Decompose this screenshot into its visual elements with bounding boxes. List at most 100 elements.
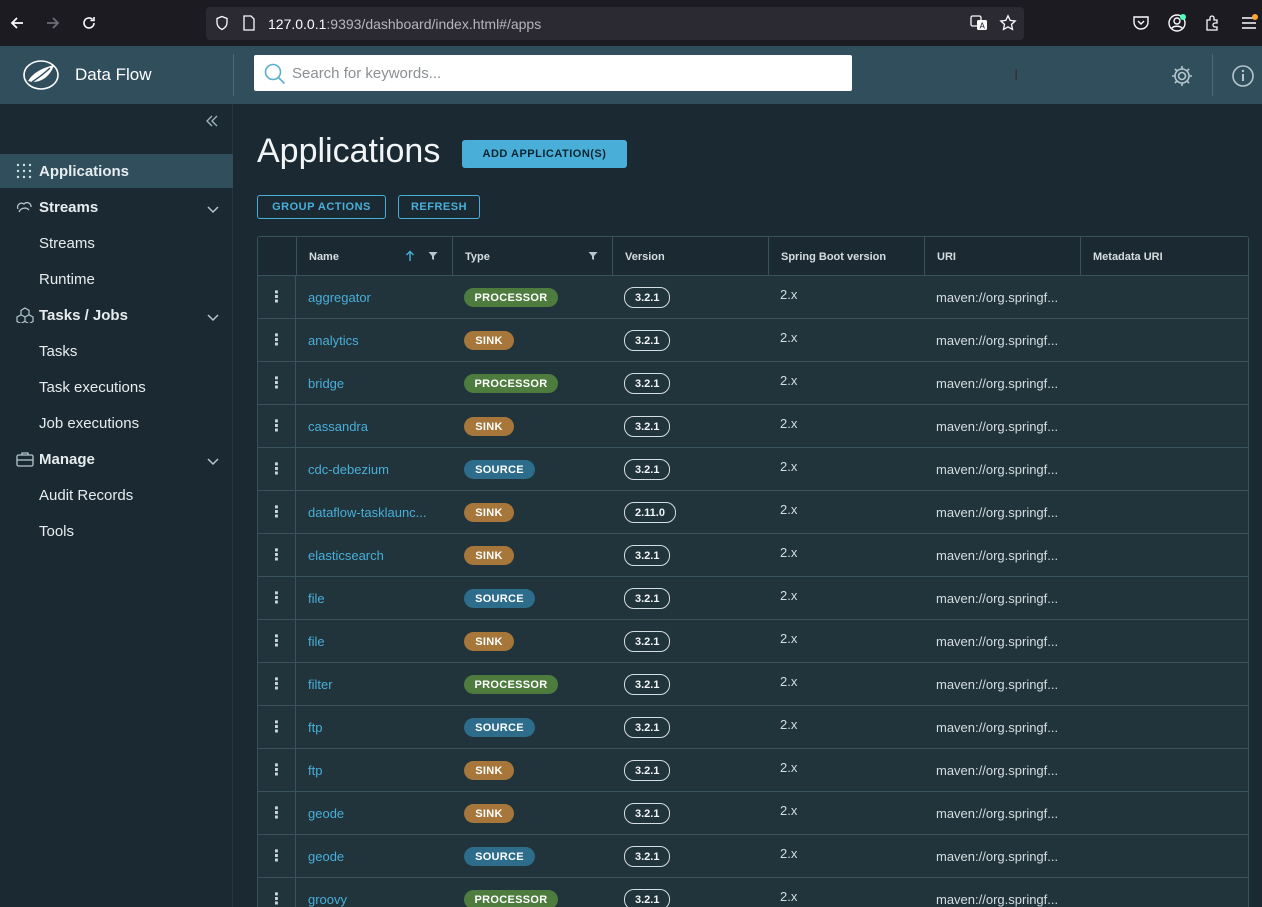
app-name-link[interactable]: geode [308, 849, 438, 864]
sort-ascending-icon[interactable] [405, 250, 415, 265]
sidebar-item-label: Runtime [39, 270, 95, 288]
spring-logo-icon[interactable] [22, 57, 60, 93]
app-name-link[interactable]: ftp [308, 720, 438, 735]
table-row[interactable]: ⋮ file SOURCE 3.2.1 2.x maven://org.springf..… [258, 577, 1248, 620]
column-header-name[interactable]: Name [296, 237, 452, 276]
app-name-link[interactable]: geode [308, 806, 438, 821]
group-actions-button[interactable]: GROUP ACTIONS [257, 195, 386, 219]
column-header-uri[interactable]: URI [924, 237, 1080, 276]
table-row[interactable]: ⋮ geode SINK 3.2.1 2.x maven://org.springf... [258, 792, 1248, 835]
add-applications-button[interactable]: ADD APPLICATION(S) [462, 140, 627, 168]
table-row[interactable]: ⋮ aggregator PROCESSOR 3.2.1 2.x maven://org.… [258, 276, 1248, 319]
search-input[interactable] [292, 55, 832, 91]
info-icon[interactable] [1231, 64, 1255, 93]
row-actions-kebab-icon[interactable]: ⋮ [258, 835, 296, 877]
search-box[interactable]: I [254, 55, 1018, 91]
sidebar-item-tasks[interactable]: Tasks [0, 334, 233, 368]
column-header-label: Type [465, 250, 490, 263]
shield-icon[interactable] [214, 15, 230, 36]
sidebar-group-manage[interactable]: Manage [0, 442, 233, 476]
app-name-link[interactable]: dataflow-tasklaunc... [308, 505, 438, 520]
row-actions-kebab-icon[interactable]: ⋮ [258, 534, 296, 576]
row-actions-kebab-icon[interactable]: ⋮ [258, 663, 296, 705]
refresh-button[interactable]: REFRESH [398, 195, 480, 219]
row-actions-kebab-icon[interactable]: ⋮ [258, 749, 296, 791]
row-actions-kebab-icon[interactable]: ⋮ [258, 577, 296, 619]
row-actions-kebab-icon[interactable]: ⋮ [258, 405, 296, 447]
page-title: Applications [257, 132, 441, 170]
row-actions-kebab-icon[interactable]: ⋮ [258, 792, 296, 834]
table-row[interactable]: ⋮ dataflow-tasklaunc... SINK 2.11.0 2.x maven… [258, 491, 1248, 534]
row-actions-kebab-icon[interactable]: ⋮ [258, 878, 296, 907]
extensions-icon[interactable] [1202, 12, 1224, 34]
spring-boot-version: 2.x [780, 674, 798, 689]
collapse-sidebar-icon[interactable] [205, 112, 219, 133]
table-row[interactable]: ⋮ filter PROCESSOR 3.2.1 2.x maven://org.spri… [258, 663, 1248, 706]
filter-icon[interactable] [428, 251, 438, 264]
column-header-version[interactable]: Version [612, 237, 768, 276]
table-row[interactable]: ⋮ ftp SOURCE 3.2.1 2.x maven://org.springf... [258, 706, 1248, 749]
sidebar-item-runtime[interactable]: Runtime [0, 262, 233, 296]
column-header-type[interactable]: Type [452, 237, 612, 276]
table-row[interactable]: ⋮ bridge PROCESSOR 3.2.1 2.x maven://org.spri… [258, 362, 1248, 405]
table-row[interactable]: ⋮ groovy PROCESSOR 3.2.1 2.x maven://org.spri… [258, 878, 1248, 907]
table-row[interactable]: ⋮ geode SOURCE 3.2.1 2.x maven://org.springf.… [258, 835, 1248, 878]
table-row[interactable]: ⋮ file SINK 3.2.1 2.x maven://org.springf... [258, 620, 1248, 663]
bookmark-star-icon[interactable] [999, 14, 1017, 37]
apps-grid-icon [16, 163, 32, 179]
sidebar-group-streams[interactable]: Streams [0, 190, 233, 224]
menu-icon[interactable] [1238, 12, 1260, 34]
row-actions-kebab-icon[interactable]: ⋮ [258, 319, 296, 361]
forward-icon[interactable] [42, 12, 64, 34]
briefcase-icon [16, 451, 34, 467]
url-text[interactable]: 127.0.0.1:9393/dashboard/index.html#/app… [268, 16, 541, 32]
row-actions-kebab-icon[interactable]: ⋮ [258, 276, 296, 318]
settings-gear-icon[interactable] [1170, 64, 1194, 93]
app-name-link[interactable]: ftp [308, 763, 438, 778]
sidebar-item-task-executions[interactable]: Task executions [0, 370, 233, 404]
sidebar-group-tasks-jobs[interactable]: Tasks / Jobs [0, 298, 233, 332]
table-body: ⋮ aggregator PROCESSOR 3.2.1 2.x maven://org.… [258, 276, 1248, 907]
app-name-link[interactable]: groovy [308, 892, 438, 907]
app-type-badge: SINK [464, 632, 514, 651]
pocket-icon[interactable] [1130, 12, 1152, 34]
app-name-link[interactable]: file [308, 591, 438, 606]
sidebar-item-applications[interactable]: Applications [0, 154, 233, 188]
version-badge: 3.2.1 [624, 674, 671, 695]
app-name-link[interactable]: elasticsearch [308, 548, 438, 563]
row-actions-kebab-icon[interactable]: ⋮ [258, 362, 296, 404]
app-name-link[interactable]: filter [308, 677, 438, 692]
address-bar[interactable]: 127.0.0.1:9393/dashboard/index.html#/app… [206, 7, 1024, 40]
sidebar-item-job-executions[interactable]: Job executions [0, 406, 233, 440]
applications-table: Name Type Version Spring Boot version UR… [257, 236, 1249, 907]
account-icon[interactable] [1166, 12, 1188, 34]
column-header-spring-boot-version[interactable]: Spring Boot version [768, 237, 924, 276]
app-type-badge: SINK [464, 804, 514, 823]
app-name-link[interactable]: cdc-debezium [308, 462, 438, 477]
table-row[interactable]: ⋮ analytics SINK 3.2.1 2.x maven://org.spring… [258, 319, 1248, 362]
sidebar-item-tools[interactable]: Tools [0, 514, 233, 548]
sidebar-item-streams[interactable]: Streams [0, 226, 233, 260]
row-actions-kebab-icon[interactable]: ⋮ [258, 448, 296, 490]
reload-icon[interactable] [78, 12, 100, 34]
translate-icon[interactable]: A [970, 14, 988, 37]
filter-icon[interactable] [588, 251, 598, 264]
table-row[interactable]: ⋮ ftp SINK 3.2.1 2.x maven://org.springf... [258, 749, 1248, 792]
sidebar-item-audit-records[interactable]: Audit Records [0, 478, 233, 512]
table-row[interactable]: ⋮ cdc-debezium SOURCE 3.2.1 2.x maven://org.s… [258, 448, 1248, 491]
column-header-metadata-uri[interactable]: Metadata URI [1080, 237, 1248, 276]
brand-title[interactable]: Data Flow [75, 65, 152, 85]
app-name-link[interactable]: analytics [308, 333, 438, 348]
table-row[interactable]: ⋮ elasticsearch SINK 3.2.1 2.x maven://org.sp… [258, 534, 1248, 577]
app-name-link[interactable]: aggregator [308, 290, 438, 305]
version-badge: 3.2.1 [624, 588, 671, 609]
table-row[interactable]: ⋮ cassandra SINK 3.2.1 2.x maven://org.spring… [258, 405, 1248, 448]
row-actions-kebab-icon[interactable]: ⋮ [258, 620, 296, 662]
page-info-icon[interactable] [242, 15, 256, 36]
app-name-link[interactable]: file [308, 634, 438, 649]
app-name-link[interactable]: cassandra [308, 419, 438, 434]
row-actions-kebab-icon[interactable]: ⋮ [258, 706, 296, 748]
row-actions-kebab-icon[interactable]: ⋮ [258, 491, 296, 533]
back-icon[interactable] [6, 12, 28, 34]
app-name-link[interactable]: bridge [308, 376, 438, 391]
